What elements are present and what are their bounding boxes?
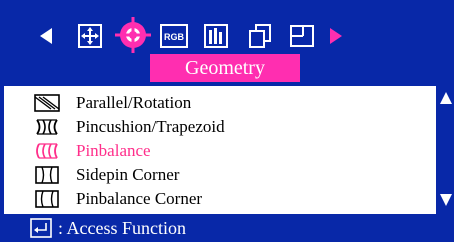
menu-list: Parallel/Rotation Pincushion/Trapezoid P… xyxy=(4,86,436,214)
scrollbar[interactable] xyxy=(438,86,454,214)
menu-item-label: Pincushion/Trapezoid xyxy=(76,117,225,136)
menu-item-pincushion-trapezoid[interactable]: Pincushion/Trapezoid xyxy=(34,116,424,138)
icon-bar: RGB Geometry xyxy=(0,0,454,86)
svg-text:RGB: RGB xyxy=(164,32,185,42)
pinbalance-corner-icon xyxy=(35,190,59,208)
copy-icon[interactable] xyxy=(246,22,274,50)
nav-left-arrow-icon[interactable] xyxy=(32,22,60,50)
pinbalance-icon xyxy=(36,143,58,159)
menu-item-label: Sidepin Corner xyxy=(76,165,180,184)
color-bars-icon[interactable] xyxy=(202,22,230,50)
menu-item-label: Pinbalance Corner xyxy=(76,189,203,208)
scroll-up-arrow-icon[interactable] xyxy=(440,92,452,104)
parallel-rotation-icon xyxy=(34,94,60,112)
menu-item-parallel-rotation[interactable]: Parallel/Rotation xyxy=(34,92,424,114)
status-bar: : Access Function xyxy=(0,214,454,242)
enter-key-icon xyxy=(30,218,52,238)
menu-item-label: Pinbalance xyxy=(76,141,151,160)
osd-menu: RGB Geometry Parallel/Rotation Pincushio… xyxy=(0,0,454,242)
window-icon[interactable] xyxy=(288,22,316,50)
footer-hint: : Access Function xyxy=(58,217,186,238)
menu-item-pinbalance-corner[interactable]: Pinbalance Corner xyxy=(34,188,424,210)
nav-right-arrow-icon[interactable] xyxy=(322,22,350,50)
position-icon[interactable] xyxy=(76,22,104,50)
menu-title: Geometry xyxy=(150,54,300,82)
sidepin-corner-icon xyxy=(35,166,59,184)
scroll-down-arrow-icon[interactable] xyxy=(440,194,452,206)
pincushion-trapezoid-icon xyxy=(36,119,58,135)
menu-item-label: Parallel/Rotation xyxy=(76,93,192,112)
menu-item-sidepin-corner[interactable]: Sidepin Corner xyxy=(34,164,424,186)
geometry-icon[interactable] xyxy=(114,16,152,54)
menu-item-pinbalance[interactable]: Pinbalance xyxy=(34,140,424,162)
rgb-icon[interactable]: RGB xyxy=(160,22,188,50)
